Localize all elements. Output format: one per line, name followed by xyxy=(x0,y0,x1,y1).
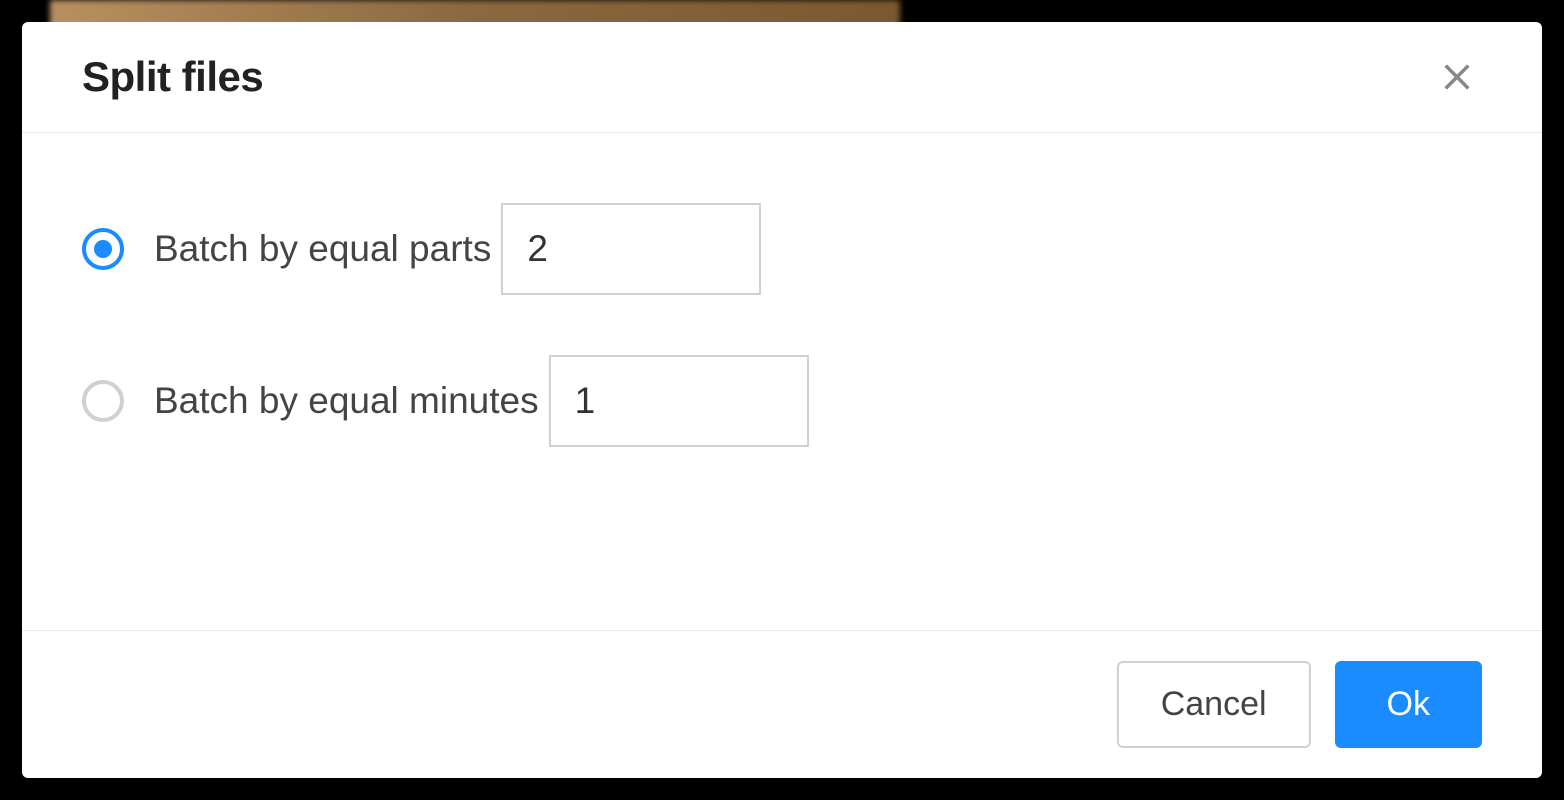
option-row-parts: Batch by equal parts xyxy=(82,203,1482,295)
ok-button[interactable]: Ok xyxy=(1335,661,1482,748)
radio-dot-icon xyxy=(94,240,112,258)
close-icon xyxy=(1440,60,1474,94)
close-button[interactable] xyxy=(1432,52,1482,102)
radio-minutes[interactable] xyxy=(82,380,124,422)
input-parts[interactable] xyxy=(501,203,761,295)
dialog-title: Split files xyxy=(82,53,263,101)
dialog-footer: Cancel Ok xyxy=(22,630,1542,778)
dialog-header: Split files xyxy=(22,22,1542,133)
input-minutes[interactable] xyxy=(549,355,809,447)
radio-parts[interactable] xyxy=(82,228,124,270)
label-parts: Batch by equal parts xyxy=(154,228,491,270)
dialog-body: Batch by equal parts Batch by equal minu… xyxy=(22,133,1542,630)
split-files-dialog: Split files Batch by equal parts Batch b… xyxy=(22,22,1542,778)
cancel-button[interactable]: Cancel xyxy=(1117,661,1311,748)
label-minutes: Batch by equal minutes xyxy=(154,380,539,422)
option-row-minutes: Batch by equal minutes xyxy=(82,355,1482,447)
